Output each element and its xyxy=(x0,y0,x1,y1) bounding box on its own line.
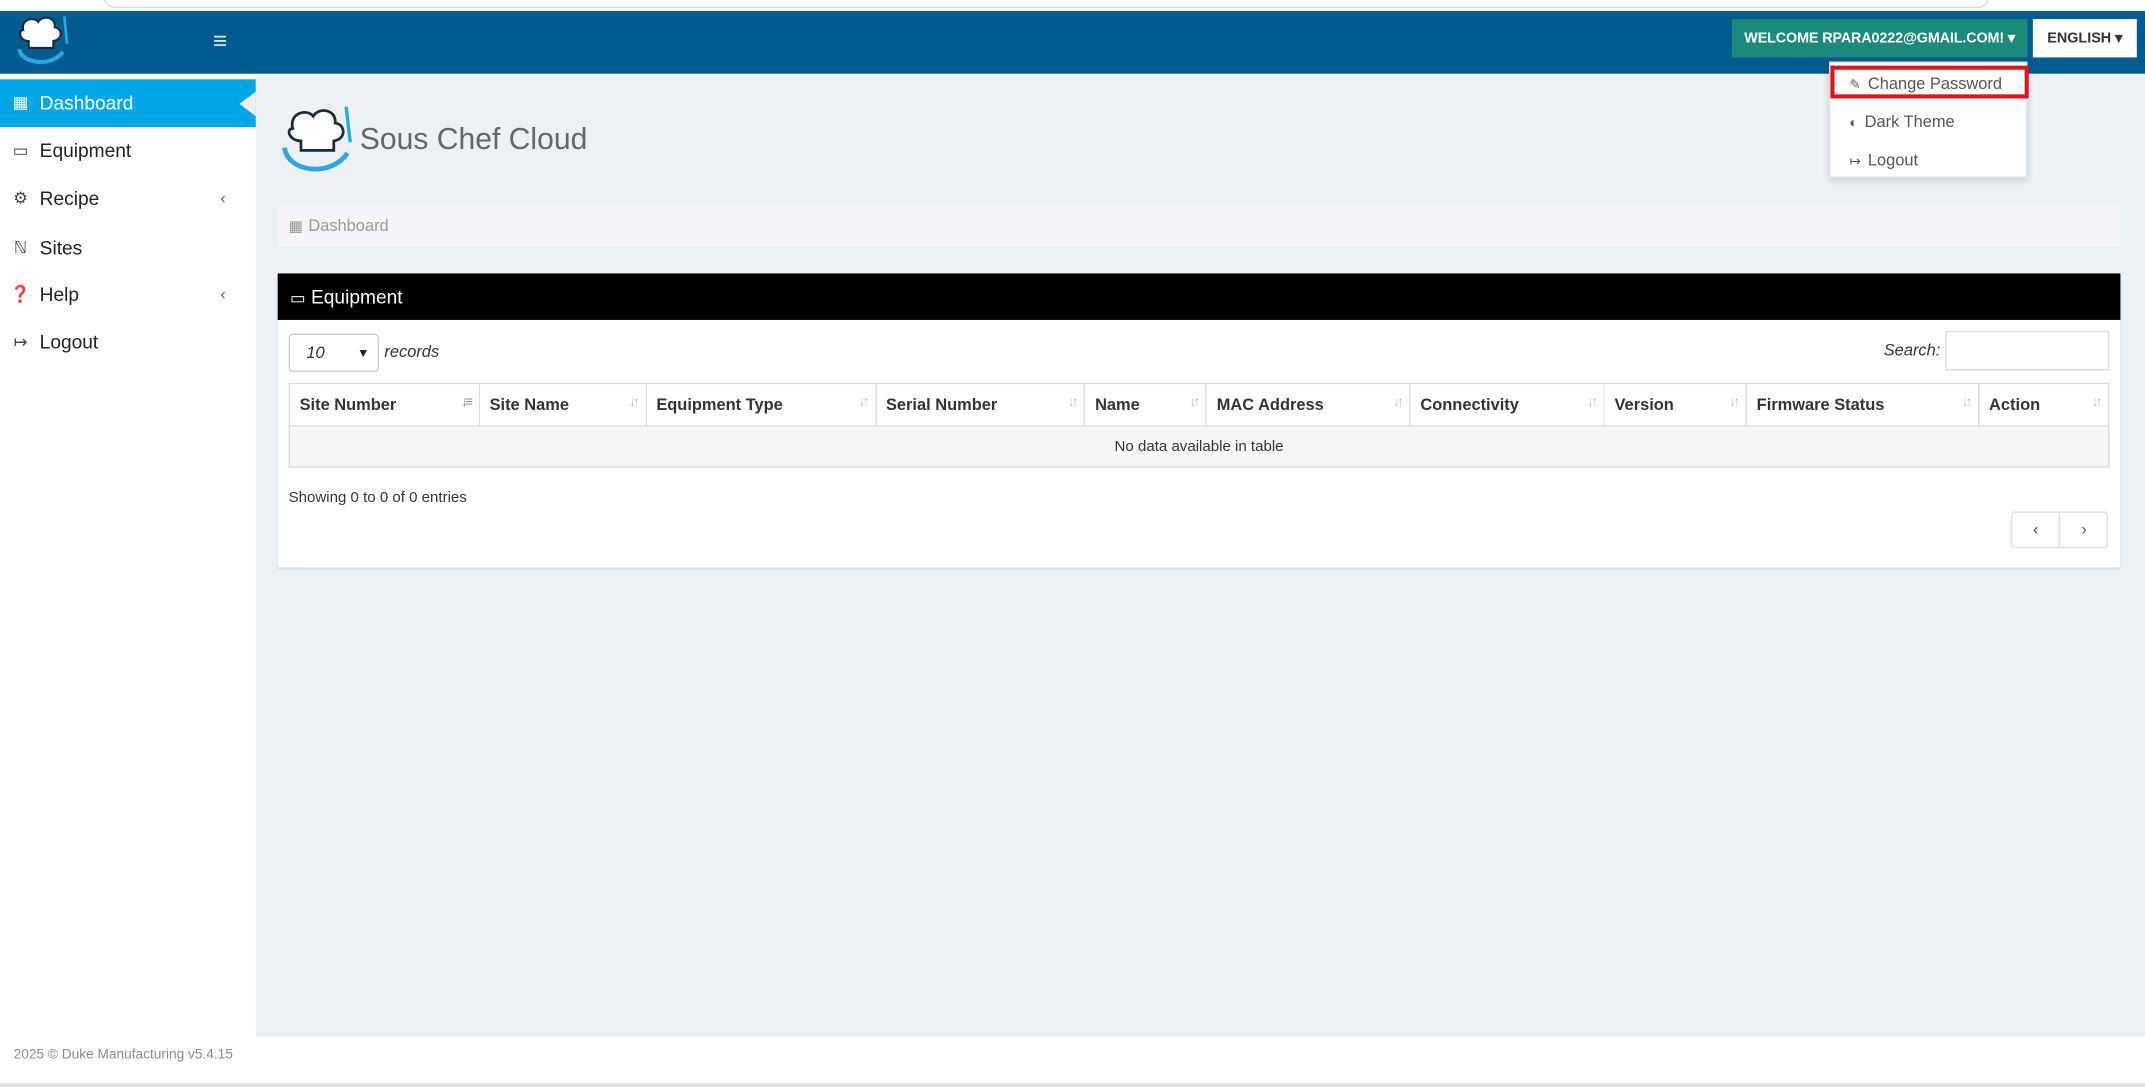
menu-item-label: Change Password xyxy=(1867,73,2003,93)
column-header-label: Serial Number xyxy=(885,395,998,415)
equipment-panel: ▭ Equipment 10 ▼ records Search: Site Num… xyxy=(277,273,2121,568)
language-button[interactable]: ENGLISH ▾ xyxy=(2032,19,2137,58)
gear-icon: ⚙ xyxy=(13,188,28,208)
previous-page-button[interactable]: ‹ xyxy=(2012,512,2061,547)
chef-hat-logo-icon xyxy=(282,106,352,172)
column-header-equipment-type[interactable]: Equipment Type ↓↑ xyxy=(645,382,877,427)
column-header-name[interactable]: Name ↓↑ xyxy=(1084,382,1208,427)
change-password-menu-item[interactable]: ✎ Change Password xyxy=(1830,65,2029,99)
equipment-table: Site Number ↓≡ Site Name ↓↑ Equipment Type… xyxy=(288,382,2110,468)
search-input[interactable] xyxy=(1945,330,2110,371)
column-header-serial-number[interactable]: Serial Number ↓↑ xyxy=(875,382,1086,427)
sidebar-item-label: Dashboard xyxy=(39,91,134,114)
sidebar-item-recipe[interactable]: ⚙ Recipe ‹ xyxy=(0,175,256,223)
column-header-label: Name xyxy=(1095,395,1140,415)
logout-menu-item[interactable]: ↦ Logout xyxy=(1830,144,2028,177)
brand-logo xyxy=(279,101,358,180)
panel-title: Equipment xyxy=(311,285,403,308)
table-row: No data available in table xyxy=(288,425,2110,468)
sidebar-item-label: Equipment xyxy=(39,139,132,162)
footer-copyright: 2025 © Duke Manufacturing v5.4.15 xyxy=(13,1047,233,1063)
sidebar-item-label: Sites xyxy=(39,236,83,259)
search-label: Search: xyxy=(1883,340,1941,360)
column-header-label: MAC Address xyxy=(1216,395,1324,415)
column-header-site-number[interactable]: Site Number ↓≡ xyxy=(288,382,480,427)
user-dropdown-menu: ✎ Change Password ◐ Dark Theme ↦ Logout xyxy=(1829,61,2029,178)
menu-item-label: Dark Theme xyxy=(1864,112,1955,132)
page-length-value: 10 xyxy=(306,343,325,363)
column-header-label: Firmware Status xyxy=(1756,395,1885,415)
chevron-down-icon: ▼ xyxy=(357,345,370,360)
column-header-site-name[interactable]: Site Name ↓↑ xyxy=(478,382,647,427)
chevron-left-icon: ‹ xyxy=(220,284,226,304)
column-header-mac-address[interactable]: MAC Address ↓↑ xyxy=(1205,382,1411,427)
sidebar-item-dashboard[interactable]: ▦ Dashboard xyxy=(0,79,256,128)
bar-chart-icon: ▦ xyxy=(288,218,303,236)
sort-icon: ↓↑ xyxy=(858,395,870,411)
pagination: ‹ › xyxy=(2010,511,2109,549)
sidebar-item-label: Logout xyxy=(39,330,99,353)
user-menu-button[interactable]: WELCOME RPARA0222@GMAIL.COM! ▾ xyxy=(1731,19,2028,58)
column-header-action[interactable]: Action ↓↑ xyxy=(1978,382,2110,427)
sign-out-icon: ↦ xyxy=(1849,154,1862,170)
chef-hat-logo-icon xyxy=(17,16,69,65)
sort-icon: ↓↑ xyxy=(1729,395,1740,411)
sidebar-item-equipment[interactable]: ▭ Equipment xyxy=(0,127,256,175)
sidebar: ▦ Dashboard ▭ Equipment ⚙ Recipe ‹ ℕ Sit… xyxy=(0,73,256,1087)
table-info: Showing 0 to 0 of 0 entries xyxy=(288,489,467,506)
column-header-label: Site Number xyxy=(299,395,397,415)
sidebar-item-label: Help xyxy=(39,283,80,305)
column-header-connectivity[interactable]: Connectivity ↓↑ xyxy=(1409,382,1605,427)
dark-theme-menu-item[interactable]: ◐ Dark Theme xyxy=(1830,105,2028,138)
browser-strip xyxy=(0,0,2145,11)
window-bottom-edge xyxy=(0,1082,2145,1087)
panel-header: ▭ Equipment xyxy=(277,273,2121,320)
page-length-select[interactable]: 10 ▼ xyxy=(288,333,379,372)
monitor-icon: ▭ xyxy=(12,140,29,160)
app-window: ≡ WELCOME RPARA0222@GMAIL.COM! ▾ ENGLISH… xyxy=(0,0,2145,1087)
sort-icon: ↓↑ xyxy=(628,395,640,411)
next-page-button[interactable]: › xyxy=(2060,513,2108,547)
menu-item-label: Logout xyxy=(1867,150,1919,170)
breadcrumb-item[interactable]: Dashboard xyxy=(308,216,388,235)
records-label: records xyxy=(384,341,440,361)
sort-icon: ↓↑ xyxy=(1961,395,1973,411)
column-header-label: Action xyxy=(1989,395,2041,415)
top-navbar: ≡ WELCOME RPARA0222@GMAIL.COM! ▾ ENGLISH… xyxy=(0,10,2145,74)
cutlery-icon: ℕ xyxy=(13,237,28,258)
column-header-label: Equipment Type xyxy=(656,395,783,415)
sort-ascending-icon: ↓≡ xyxy=(461,395,473,411)
contrast-icon: ◐ xyxy=(1849,116,1858,132)
column-header-label: Site Name xyxy=(489,395,569,415)
main-content: Sous Chef Cloud ▦ Dashboard ▭ Equipment 10… xyxy=(255,73,2145,1037)
chevron-left-icon: ‹ xyxy=(220,188,226,208)
sort-icon: ↓↑ xyxy=(1067,395,1079,411)
sidebar-item-help[interactable]: ❓ Help ‹ xyxy=(0,271,256,319)
address-bar-edge xyxy=(102,0,1991,9)
question-circle-icon: ❓ xyxy=(10,284,31,304)
sign-out-icon: ↦ xyxy=(13,332,28,352)
bar-chart-icon: ▦ xyxy=(12,92,29,113)
column-header-label: Version xyxy=(1614,395,1674,415)
brand-title: Sous Chef Cloud xyxy=(359,121,588,156)
sort-icon: ↓↑ xyxy=(1587,395,1598,411)
sidebar-toggle-hamburger-icon[interactable]: ≡ xyxy=(205,26,235,56)
sort-icon: ↓↑ xyxy=(1189,395,1200,411)
empty-table-message: No data available in table xyxy=(288,425,2110,468)
table-header-row: Site Number ↓≡ Site Name ↓↑ Equipment Type… xyxy=(288,382,2110,427)
pencil-icon: ✎ xyxy=(1849,77,1862,93)
sort-icon: ↓↑ xyxy=(2091,395,2103,411)
column-header-firmware-status[interactable]: Firmware Status ↓↑ xyxy=(1745,382,1980,427)
sidebar-item-logout[interactable]: ↦ Logout xyxy=(0,319,256,367)
sort-icon: ↓↑ xyxy=(1393,395,1404,411)
app-logo[interactable] xyxy=(11,14,74,69)
column-header-version[interactable]: Version ↓↑ xyxy=(1603,382,1748,427)
column-header-label: Connectivity xyxy=(1420,395,1519,415)
sidebar-item-label: Recipe xyxy=(39,187,100,210)
sidebar-item-sites[interactable]: ℕ Sites xyxy=(0,224,256,272)
monitor-icon: ▭ xyxy=(290,288,306,308)
breadcrumb: ▦ Dashboard xyxy=(277,205,2121,247)
